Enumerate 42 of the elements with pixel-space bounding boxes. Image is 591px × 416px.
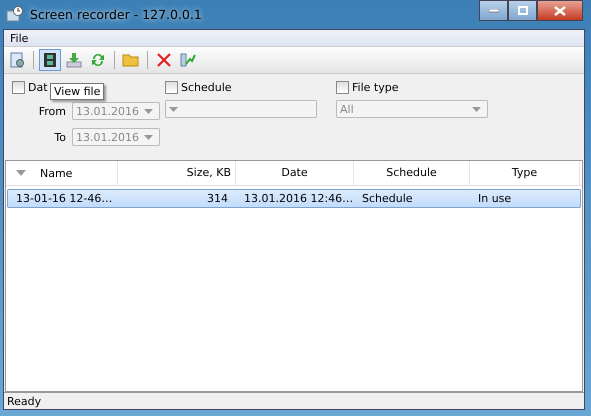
from-label: From — [38, 104, 66, 118]
delete-icon — [156, 52, 172, 68]
dropdown-arrow-icon — [144, 134, 153, 140]
checkbox[interactable] — [165, 80, 178, 94]
table-cell-text: In use — [477, 192, 512, 205]
minimize-button[interactable] — [479, 0, 508, 21]
column-header[interactable]: Type — [512, 166, 538, 179]
checkbox-label: Schedule — [181, 80, 232, 94]
maximize-icon — [518, 6, 528, 15]
to-label: To — [54, 130, 66, 144]
close-button[interactable] — [537, 0, 583, 21]
close-icon — [554, 6, 566, 16]
dropdown-arrow-icon — [472, 106, 481, 112]
table-cell-text: Schedule — [361, 192, 414, 205]
dropdown-arrow-icon — [169, 106, 178, 112]
download-icon — [66, 52, 82, 68]
table-cell-text: 13.01.2016 12:46… — [243, 192, 354, 205]
film-icon — [42, 52, 58, 68]
sort-arrow-icon — [16, 170, 26, 176]
column-header[interactable]: Schedule — [386, 166, 437, 179]
maximize-button[interactable] — [508, 0, 537, 21]
app-icon — [6, 6, 24, 22]
refresh-icon — [90, 52, 106, 68]
checkbox-label: File type — [352, 80, 398, 94]
dropdown-arrow-icon — [144, 108, 153, 114]
table-cell-text: 314 — [206, 192, 229, 205]
window-title: Screen recorder - 127.0.0.1 — [30, 6, 202, 22]
tooltip: View file — [50, 83, 104, 100]
table-row[interactable]: 13-01-16 12-46… 314 13.01.2016 12:46… Schedule In use — [7, 189, 581, 208]
toolbar-button[interactable] — [39, 49, 61, 71]
checkbox[interactable] — [12, 80, 25, 94]
checkbox-label: Dat — [28, 80, 48, 94]
column-header[interactable]: Date — [281, 166, 308, 179]
table-cell-text: 13-01-16 12-46… — [15, 192, 114, 205]
column-header[interactable]: Name — [40, 166, 72, 180]
column-header[interactable]: Size, KB — [186, 166, 231, 179]
folder-icon — [122, 52, 140, 68]
menu-item[interactable]: File — [10, 32, 28, 44]
minimize-icon — [488, 8, 498, 12]
chart-icon — [180, 52, 196, 68]
checkbox[interactable] — [336, 80, 349, 94]
status-text: Ready — [7, 394, 42, 408]
